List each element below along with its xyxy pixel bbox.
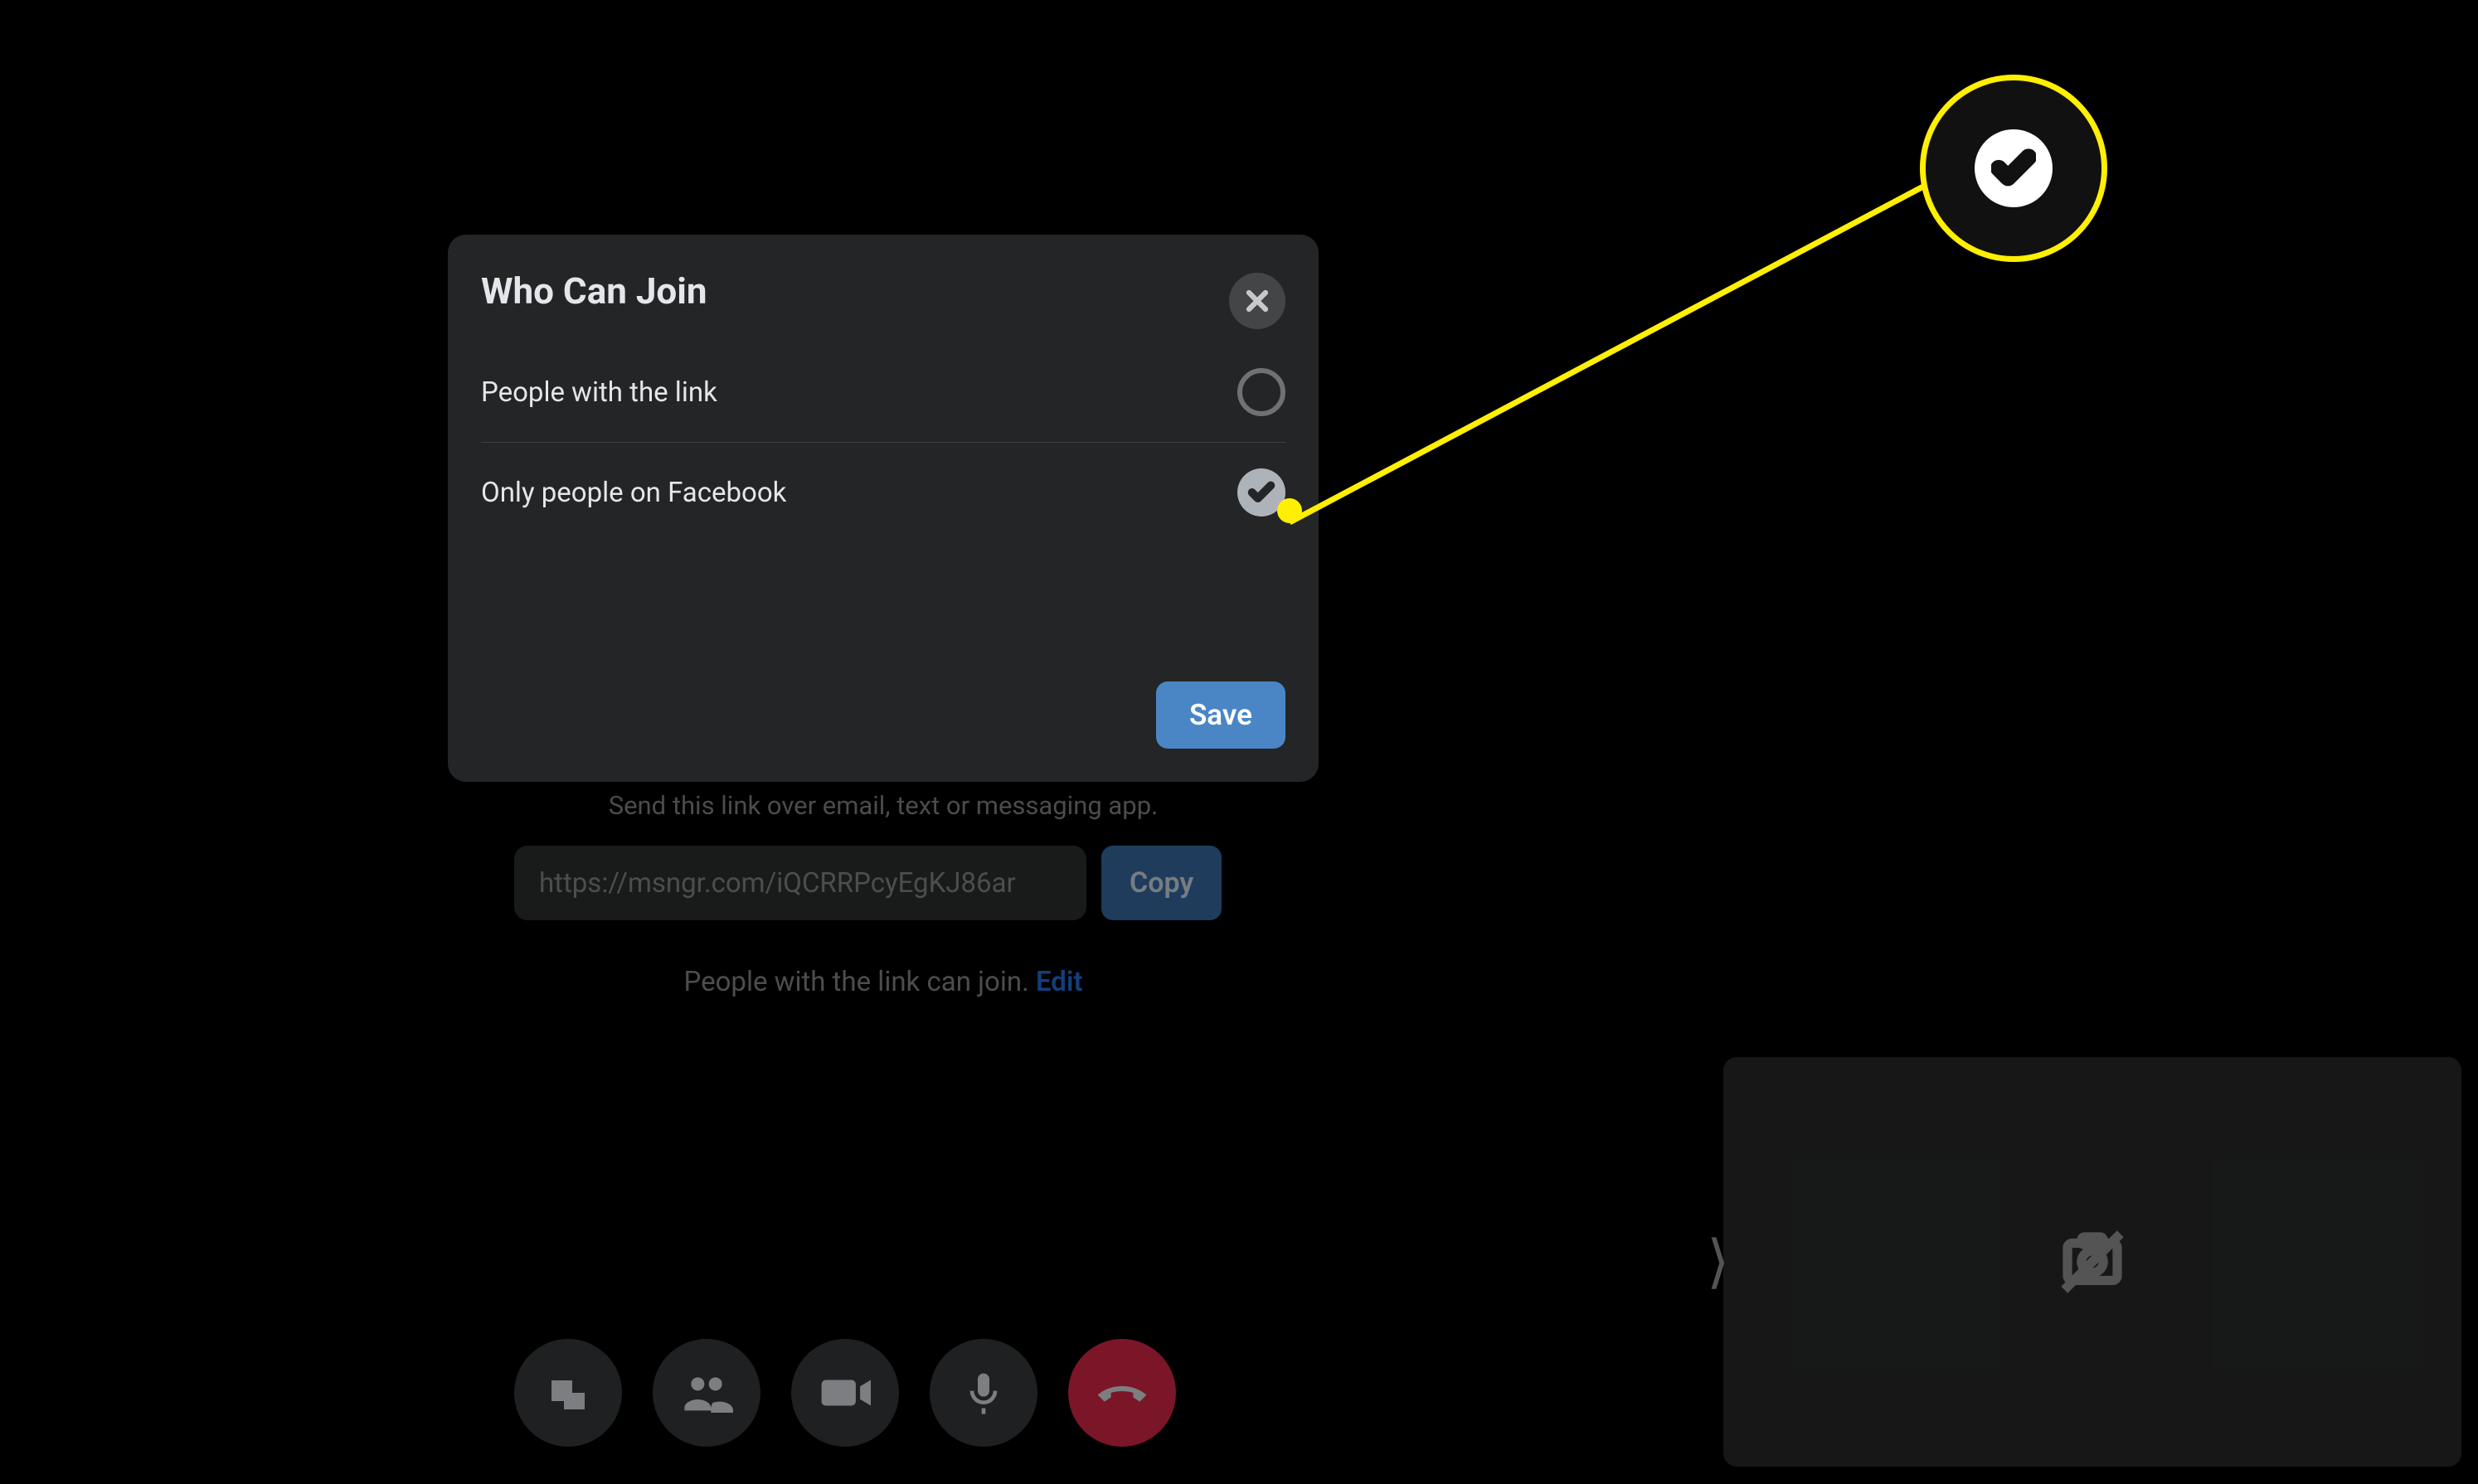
option-label: Only people on Facebook (481, 477, 786, 509)
dialog-title: Who Can Join (481, 269, 1285, 313)
option-only-facebook[interactable]: Only people on Facebook (481, 442, 1285, 542)
option-people-with-link[interactable]: People with the link (481, 342, 1285, 442)
option-label: People with the link (481, 376, 717, 409)
radio-selected-icon (1237, 468, 1285, 516)
close-button[interactable] (1229, 273, 1285, 329)
join-options: People with the link Only people on Face… (481, 342, 1285, 542)
radio-unselected-icon (1237, 368, 1285, 416)
save-button[interactable]: Save (1156, 681, 1285, 749)
close-icon (1245, 289, 1270, 313)
who-can-join-dialog: Who Can Join People with the link Only p… (448, 235, 1319, 782)
